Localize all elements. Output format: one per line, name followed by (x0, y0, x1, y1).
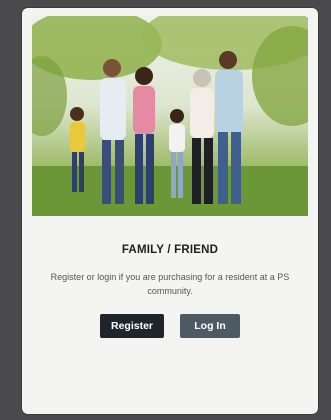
login-button[interactable]: Log In (180, 314, 240, 338)
family-photo (32, 16, 308, 216)
register-button[interactable]: Register (100, 314, 164, 338)
family-friend-card: FAMILY / FRIEND Register or login if you… (22, 8, 318, 414)
card-title: FAMILY / FRIEND (121, 244, 219, 256)
card-description: Register or login if you are purchasing … (50, 272, 290, 296)
